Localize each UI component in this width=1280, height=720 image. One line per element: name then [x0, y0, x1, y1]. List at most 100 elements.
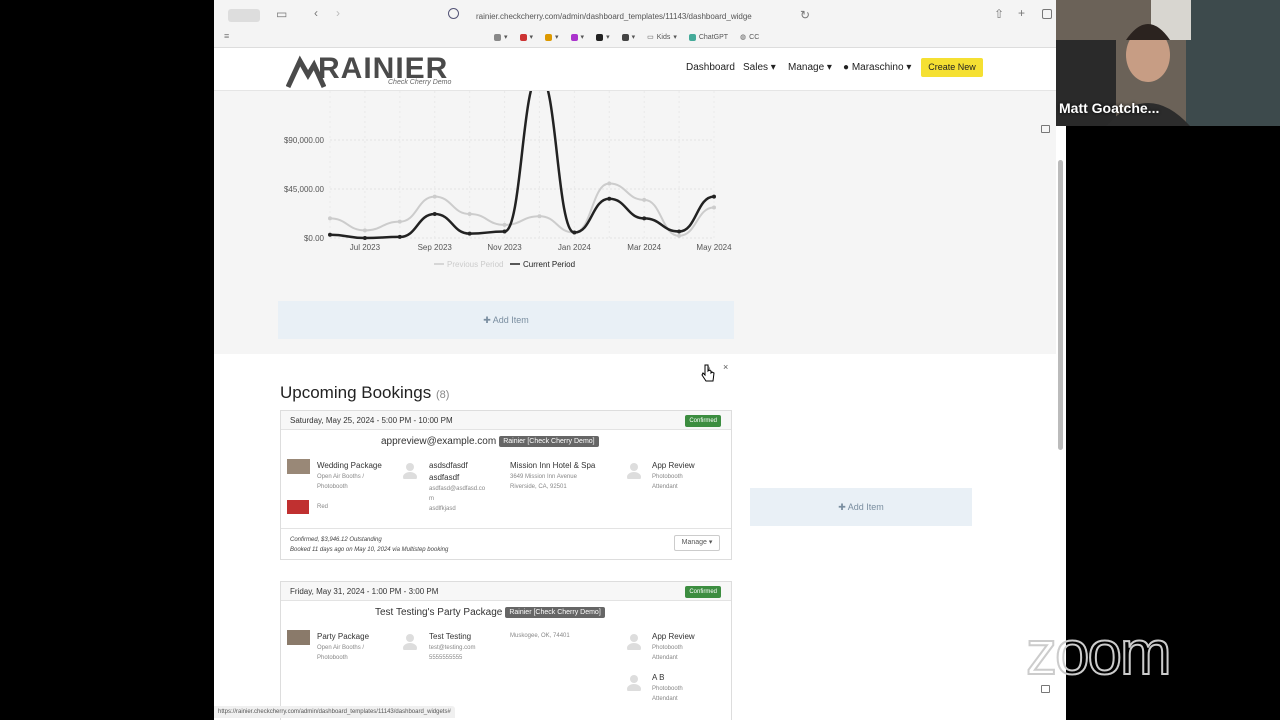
- site-header: RAINIER Check Cherry Demo Dashboard Sale…: [214, 48, 1056, 91]
- data-point: [712, 205, 716, 210]
- client-name-2: asdfasdf: [429, 473, 460, 482]
- dashboard-content: $0.00 $45,000.00 $90,000.00 Jul 2023 Sep 202…: [214, 91, 1056, 720]
- staff-role: Photobooth: [652, 686, 683, 692]
- tab-overview-button[interactable]: [228, 9, 260, 22]
- close-widget-icon[interactable]: ×: [723, 362, 728, 372]
- back-icon[interactable]: ‹: [314, 6, 318, 20]
- booking-date: Friday, May 31, 2024 - 1:00 PM - 3:00 PM…: [281, 582, 731, 601]
- data-point: [642, 197, 647, 202]
- package-info: Party Package Open Air Booths / Photoboo…: [317, 631, 369, 663]
- package-name: Wedding Package: [317, 461, 382, 470]
- data-point: [712, 194, 716, 199]
- caret-down-icon: ▾: [826, 62, 832, 73]
- fav-item[interactable]: ▾: [570, 33, 584, 41]
- data-point: [572, 230, 577, 235]
- globe-icon: ◍: [740, 34, 747, 41]
- reload-icon[interactable]: ↻: [800, 8, 810, 22]
- package-name: Party Package: [317, 632, 370, 641]
- staff-name: App Review: [652, 632, 695, 641]
- company-badge: Rainier [Check Cherry Demo]: [505, 607, 605, 618]
- bookings-count: (8): [435, 389, 450, 401]
- privacy-icon[interactable]: [448, 8, 459, 19]
- folder-icon: ▭: [647, 34, 654, 41]
- chart-widget-section: $0.00 $45,000.00 $90,000.00 Jul 2023 Sep 202…: [214, 91, 1056, 354]
- add-item-button[interactable]: ✚ Add Item: [750, 488, 972, 526]
- venue-city: Riverside, CA, 92501: [510, 484, 567, 490]
- data-point: [642, 216, 647, 221]
- staff-info: App Review Photobooth Attendant: [652, 460, 695, 492]
- menu-icon[interactable]: ≡: [224, 31, 229, 41]
- staff-avatar-icon: [627, 634, 641, 650]
- address-bar[interactable]: rainier.checkcherry.com/admin/dashboard_…: [476, 8, 816, 25]
- venue-info: Muskogee, OK, 74401: [510, 631, 570, 641]
- data-point: [677, 229, 682, 234]
- plus-icon: ✚: [483, 315, 491, 325]
- new-tab-icon[interactable]: +: [1018, 6, 1025, 20]
- fav-item[interactable]: ▾: [596, 33, 610, 41]
- nav-manage-label: Manage: [788, 62, 825, 73]
- link-status-bar: https://rainier.checkcherry.com/admin/da…: [214, 706, 455, 718]
- booking-card[interactable]: Saturday, May 25, 2024 - 5:00 PM - 10:00…: [280, 410, 732, 560]
- fav-chatgpt[interactable]: ChatGPT: [688, 33, 728, 41]
- booking-card[interactable]: Friday, May 31, 2024 - 1:00 PM - 3:00 PM…: [280, 581, 732, 720]
- fav-item[interactable]: ▾: [545, 33, 559, 41]
- data-point: [362, 228, 367, 233]
- booking-title-text: Test Testing's Party Package: [375, 607, 503, 618]
- package-thumbnail: [287, 630, 310, 645]
- user-circle-icon: ●: [843, 62, 850, 73]
- y-tick-label: $45,000.00: [284, 185, 325, 194]
- booking-date-text: Saturday, May 25, 2024 - 5:00 PM - 10:00…: [290, 416, 453, 425]
- staff-role: Photobooth: [652, 645, 683, 651]
- data-point: [362, 236, 367, 240]
- card-divider: [281, 528, 731, 529]
- tabs-icon[interactable]: [1042, 9, 1052, 19]
- nav-manage[interactable]: Manage ▾: [788, 62, 832, 73]
- data-point: [677, 233, 682, 238]
- status-badge: Confirmed: [685, 586, 721, 598]
- package-category: Open Air Booths /: [317, 645, 365, 651]
- favorites-bar: ▾ ▾ ▾ ▾ ▾ ▾ ▭ Kids ▾ ChatGPT ◍ CC: [494, 31, 759, 43]
- manage-booking-button[interactable]: Manage ▾: [674, 535, 720, 551]
- client-email-wrap: m: [429, 496, 434, 502]
- data-point: [432, 194, 437, 199]
- data-point: [397, 219, 402, 224]
- add-item-label: Add Item: [492, 315, 529, 325]
- manage-label: Manage: [681, 539, 707, 546]
- sidebar-toggle-icon[interactable]: ▭: [276, 7, 287, 21]
- participant-name: Matt Goatche...: [1059, 100, 1160, 116]
- booking-footer: Confirmed, $3,946.12 Outstanding Booked …: [290, 535, 448, 555]
- package-thumbnail: [287, 459, 310, 474]
- x-tick-label: Jul 2023: [350, 243, 381, 252]
- create-new-button[interactable]: Create New: [921, 58, 983, 77]
- rainier-logo[interactable]: RAINIER Check Cherry Demo: [286, 51, 461, 89]
- add-item-button[interactable]: ✚ Add Item: [278, 301, 734, 339]
- nav-user-label: Maraschino: [851, 62, 904, 73]
- bookings-title-text: Upcoming Bookings: [280, 383, 432, 402]
- panel-toggle-icon[interactable]: [1041, 125, 1050, 133]
- staff-info: App Review Photobooth Attendant: [652, 631, 695, 663]
- fav-item[interactable]: ▾: [519, 33, 533, 41]
- share-icon[interactable]: ⇧: [994, 7, 1004, 21]
- nav-sales-label: Sales: [743, 62, 769, 73]
- venue-info: Mission Inn Hotel & Spa 3649 Mission Inn…: [510, 460, 595, 492]
- fav-item[interactable]: ▾: [621, 33, 635, 41]
- scrollbar-thumb[interactable]: [1058, 160, 1063, 450]
- caret-down-icon: ▾: [708, 539, 713, 546]
- fav-cc[interactable]: ◍ CC: [740, 33, 759, 42]
- forward-icon[interactable]: ›: [336, 6, 340, 20]
- fav-kids[interactable]: ▭ Kids ▾: [647, 33, 677, 42]
- data-point: [328, 232, 332, 237]
- package-info: Wedding Package Open Air Booths / Photob…: [317, 460, 382, 492]
- nav-user-menu[interactable]: ● Maraschino ▾: [843, 62, 911, 73]
- nav-dashboard[interactable]: Dashboard: [686, 62, 735, 73]
- booking-title[interactable]: appreview@example.com Rainier [Check Cher…: [381, 436, 599, 447]
- venue-city: Muskogee, OK, 74401: [510, 633, 570, 639]
- data-point: [328, 216, 332, 221]
- nav-sales[interactable]: Sales ▾: [743, 62, 776, 73]
- booking-title[interactable]: Test Testing's Party Package Rainier [Che…: [375, 607, 605, 618]
- data-point: [502, 229, 507, 234]
- caret-down-icon: ▾: [906, 62, 912, 73]
- x-tick-label: Sep 2023: [418, 243, 453, 252]
- fav-item[interactable]: ▾: [494, 33, 508, 41]
- data-point: [432, 212, 437, 217]
